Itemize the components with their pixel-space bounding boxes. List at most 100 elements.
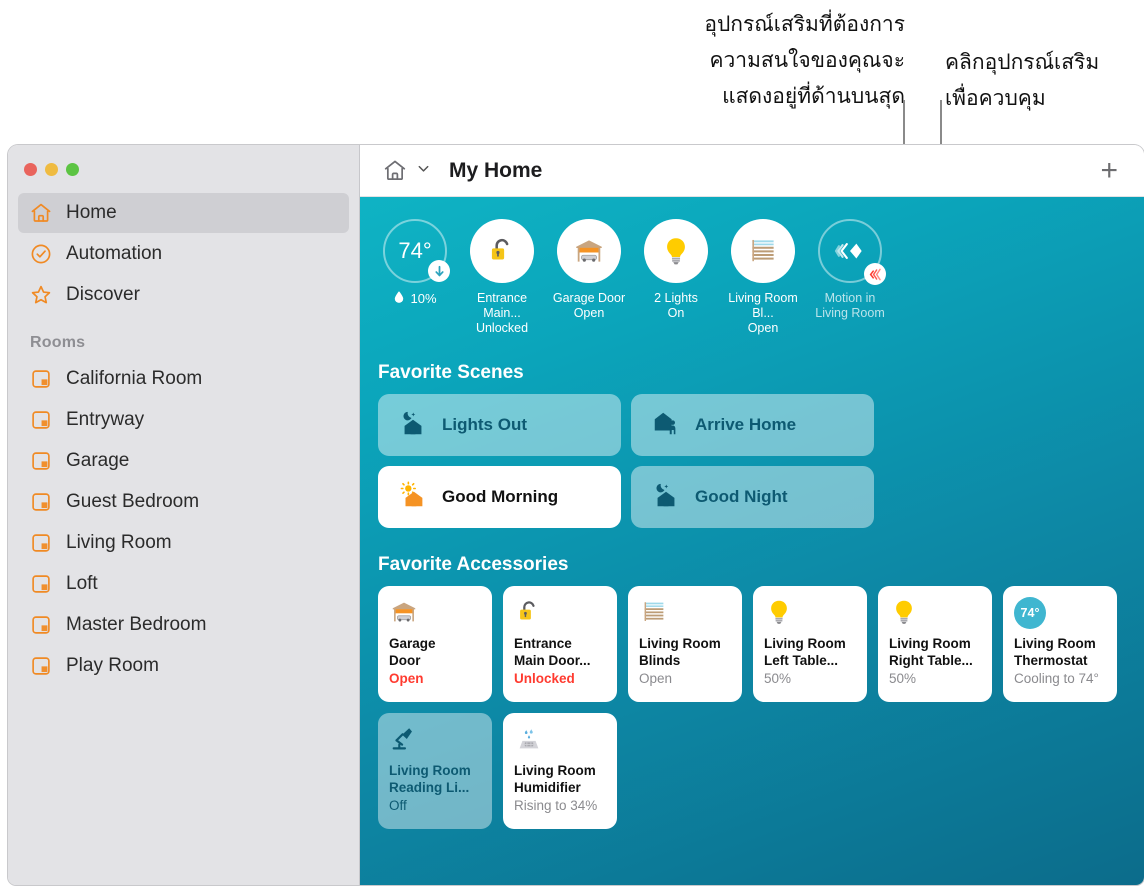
accessory-name: Living Room Thermostat xyxy=(1014,636,1096,668)
blinds-icon[interactable] xyxy=(731,219,795,283)
accessory-state: Off xyxy=(389,798,407,813)
status-accessory[interactable]: Entrance Main... Unlocked xyxy=(465,219,539,336)
callout-text-right: คลิกอุปกรณ์เสริม เพื่อควบคุม xyxy=(945,50,1100,110)
room-icon xyxy=(28,571,54,597)
maximize-window-button[interactable] xyxy=(66,163,79,176)
star-icon xyxy=(28,282,54,308)
sidebar-item-room[interactable]: Garage xyxy=(18,441,349,481)
humidifier-icon xyxy=(514,724,544,759)
unlocked-padlock-icon[interactable] xyxy=(470,219,534,283)
accessory-icon-slot xyxy=(389,597,482,631)
status-caption: Motion in Living Room xyxy=(815,291,885,320)
status-accessory[interactable]: 2 Lights On xyxy=(639,219,713,336)
accessory-name: Living Room Left Table... xyxy=(764,636,846,668)
chevron-down-icon[interactable] xyxy=(416,161,431,181)
favorite-scenes-heading: Favorite Scenes xyxy=(378,362,524,383)
sidebar-item-room[interactable]: Loft xyxy=(18,564,349,604)
sidebar-item-label: Automation xyxy=(66,243,163,264)
accessory-name: Living Room Humidifier xyxy=(514,763,596,795)
scene-card[interactable]: Lights Out xyxy=(378,394,621,456)
home-content: 74° 10% Entrance Main... Unlocked Garage Do… xyxy=(360,197,1144,885)
desk-lamp-icon xyxy=(389,724,419,759)
sidebar-item-home[interactable]: Home xyxy=(18,193,349,233)
status-strip: 74° 10% Entrance Main... Unlocked Garage Do… xyxy=(360,219,1144,336)
accessory-state: Open xyxy=(389,671,424,686)
garage-door-icon[interactable] xyxy=(557,219,621,283)
status-accessory[interactable]: Living Room Bl... Open xyxy=(726,219,800,336)
motion-sensor-icon[interactable] xyxy=(818,219,886,285)
status-climate[interactable]: 74° 10% xyxy=(378,219,452,336)
favorite-accessories-grid: Garage Door Open Entrance Main Door... Unlo… xyxy=(360,586,1144,829)
sidebar-item-room[interactable]: Master Bedroom xyxy=(18,605,349,645)
status-caption: Living Room Bl... Open xyxy=(728,291,798,335)
window-traffic-lights[interactable] xyxy=(8,151,359,192)
accessory-card[interactable]: Entrance Main Door... Unlocked xyxy=(503,586,617,702)
accessory-name: Living Room Reading Li... xyxy=(389,763,471,795)
lightbulb-icon[interactable] xyxy=(644,219,708,283)
accessory-name: Living Room Right Table... xyxy=(889,636,973,668)
sidebar-item-label: Living Room xyxy=(66,532,172,553)
room-icon xyxy=(28,489,54,515)
sidebar-item-room[interactable]: California Room xyxy=(18,359,349,399)
close-window-button[interactable] xyxy=(24,163,37,176)
scene-label: Arrive Home xyxy=(695,415,797,434)
sidebar-item-room[interactable]: Living Room xyxy=(18,523,349,563)
page-title: My Home xyxy=(449,158,543,182)
motion-wave-icon xyxy=(864,263,886,285)
sidebar-item-label: Discover xyxy=(66,284,140,305)
thermostat-dial[interactable]: 74° xyxy=(383,219,450,283)
scene-label: Good Morning xyxy=(442,487,559,506)
moon-house-icon xyxy=(651,480,681,515)
scene-card[interactable]: Good Night xyxy=(631,466,874,528)
accessory-icon-slot: 74° xyxy=(1014,597,1107,631)
sidebar-item-label: California Room xyxy=(66,368,203,389)
minimize-window-button[interactable] xyxy=(45,163,58,176)
sidebar-item-room[interactable]: Guest Bedroom xyxy=(18,482,349,522)
sidebar-item-room[interactable]: Entryway xyxy=(18,400,349,440)
sidebar-item-discover[interactable]: Discover xyxy=(18,275,349,315)
sidebar-item-automation[interactable]: Automation xyxy=(18,234,349,274)
add-accessory-button[interactable]: + xyxy=(1090,155,1128,186)
room-icon xyxy=(28,448,54,474)
sidebar-section-rooms: Rooms xyxy=(30,334,86,351)
sidebar-item-room[interactable]: Play Room xyxy=(18,646,349,686)
status-sensor[interactable]: Motion in Living Room xyxy=(813,219,887,336)
accessory-icon-slot xyxy=(514,724,607,758)
lightbulb-icon xyxy=(889,597,919,632)
accessory-card[interactable]: Living Room Reading Li... Off xyxy=(378,713,492,829)
accessory-state: Rising to 34% xyxy=(514,798,598,813)
thermostat-bubble-icon: 74° xyxy=(1014,597,1046,629)
favorite-accessories-heading: Favorite Accessories xyxy=(378,554,569,575)
unlocked-padlock-icon xyxy=(514,597,544,632)
clock-check-icon xyxy=(28,241,54,267)
scene-card[interactable]: Good Morning xyxy=(378,466,621,528)
room-icon xyxy=(28,366,54,392)
status-humidity: 10% xyxy=(410,291,437,306)
status-accessory[interactable]: Garage Door Open xyxy=(552,219,626,336)
accessory-name: Garage Door xyxy=(389,636,436,668)
accessory-state: Open xyxy=(639,671,673,686)
home-icon xyxy=(28,200,54,226)
sun-house-icon xyxy=(398,480,428,515)
accessory-icon-slot xyxy=(889,597,982,631)
scene-card[interactable]: Arrive Home xyxy=(631,394,874,456)
accessory-card[interactable]: Garage Door Open xyxy=(378,586,492,702)
sidebar-item-label: Master Bedroom xyxy=(66,614,207,635)
callout-text-left: อุปกรณ์เสริมที่ต้องการ ความสนใจของคุณจะ … xyxy=(704,12,905,108)
accessory-state: 50% xyxy=(889,671,917,686)
droplet-icon xyxy=(393,290,405,307)
accessory-card[interactable]: Living Room Right Table... 50% xyxy=(878,586,992,702)
garage-door-icon xyxy=(389,597,419,632)
accessory-card[interactable]: Living Room Humidifier Rising to 34% xyxy=(503,713,617,829)
accessory-state: 50% xyxy=(764,671,792,686)
accessory-card[interactable]: Living Room Blinds Open xyxy=(628,586,742,702)
accessory-card[interactable]: 74° Living Room Thermostat Cooling to 74° xyxy=(1003,586,1117,702)
home-app-window: Home Automation Discover Rooms Californi… xyxy=(8,145,1144,885)
accessory-state: Cooling to 74° xyxy=(1014,671,1099,686)
accessory-card[interactable]: Living Room Left Table... 50% xyxy=(753,586,867,702)
room-icon xyxy=(28,407,54,433)
house-person-icon xyxy=(651,408,681,443)
main-panel: My Home + 74° 10% Entrance Main... Unlocke… xyxy=(360,145,1144,885)
accessory-icon-slot xyxy=(514,597,607,631)
accessory-icon-slot xyxy=(639,597,732,631)
